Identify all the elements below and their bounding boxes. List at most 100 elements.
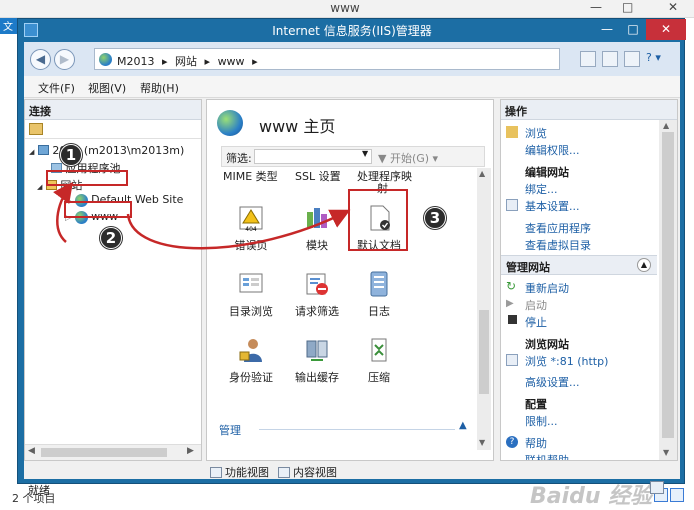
feature-output-caching[interactable]: 输出缓存 [285, 336, 349, 385]
output-caching-icon [303, 336, 331, 364]
background-window-titlebar: www — □ ✕ [0, 0, 694, 18]
add-connection-icon[interactable] [29, 123, 43, 135]
scroll-down-icon[interactable]: ▼ [479, 438, 485, 447]
breadcrumb-server[interactable]: M2013 [117, 55, 155, 68]
restart-icon: ↻ [506, 279, 517, 293]
action-online-help[interactable]: 联机帮助 [525, 452, 569, 460]
feature-label: 模块 [306, 239, 328, 252]
status-network-icon [650, 481, 664, 494]
scroll-down-icon[interactable]: ▼ [663, 448, 669, 457]
action-restart[interactable]: 重新启动 [525, 280, 569, 296]
feature-logging[interactable]: 日志 [347, 270, 411, 319]
feature-label: 目录浏览 [229, 305, 273, 318]
feature-ssl-settings[interactable]: SSL 设置 [295, 168, 341, 184]
close-button[interactable]: ✕ [646, 19, 686, 40]
back-button[interactable]: ◀ [30, 49, 51, 70]
scrollbar-thumb[interactable] [662, 132, 674, 438]
window-client-area: ◀ ▶ M2013 ▸ 网站 ▸ www ▸ ? ▾ 文件(F) 视图(V) 帮… [24, 42, 680, 497]
action-advanced-settings[interactable]: 高级设置... [525, 374, 580, 390]
feature-directory-browsing[interactable]: 目录浏览 [219, 270, 283, 319]
tree-expander-icon[interactable]: ◢ [29, 148, 34, 156]
breadcrumb-www[interactable]: www [218, 55, 245, 68]
logging-icon [365, 270, 393, 298]
help-button[interactable]: ? ▾ [646, 51, 672, 67]
menu-view[interactable]: 视图(V) [88, 80, 126, 96]
scrollbar-thumb[interactable] [41, 448, 167, 457]
stop-icon[interactable] [602, 51, 618, 67]
features-vertical-scrollbar[interactable]: ▲ ▼ [477, 168, 491, 450]
scroll-left-icon[interactable]: ◀ [28, 446, 35, 456]
tree-item-server[interactable]: ◢ 2013 (m2013\m2013m) [29, 144, 184, 157]
action-help[interactable]: 帮助 [525, 435, 547, 451]
action-bindings[interactable]: 绑定... [525, 181, 558, 197]
forward-button[interactable]: ▶ [54, 49, 75, 70]
features-panel: www 主页 筛选: ▼ ▼ 开始(G) ▾ MIME 类型 SSL 设置 处理… [206, 99, 494, 461]
minimize-icon[interactable]: — [590, 0, 602, 14]
feature-mime-types[interactable]: MIME 类型 [223, 168, 278, 184]
action-browse[interactable]: 浏览 [525, 125, 547, 141]
site-globe-icon [217, 110, 243, 136]
action-view-applications[interactable]: 查看应用程序 [525, 220, 591, 236]
modules-icon [303, 204, 331, 232]
minimize-button[interactable]: — [594, 19, 620, 40]
feature-label: 请求筛选 [295, 305, 339, 318]
feature-label: 身份验证 [229, 371, 273, 384]
action-group-edit-site: 编辑网站 [525, 166, 569, 179]
feature-request-filtering[interactable]: 请求筛选 [285, 270, 349, 319]
breadcrumb-separator[interactable]: ▸ [162, 55, 168, 68]
address-bar[interactable]: M2013 ▸ 网站 ▸ www ▸ [94, 48, 560, 70]
refresh-icon[interactable] [580, 51, 596, 67]
highlight-box-default-document [348, 189, 408, 251]
background-window-title: www [330, 1, 360, 15]
feature-compression[interactable]: 压缩 [347, 336, 411, 385]
feature-authentication[interactable]: 身份验证 [219, 336, 283, 385]
action-limits[interactable]: 限制... [525, 413, 558, 429]
scroll-right-icon[interactable]: ▶ [187, 446, 194, 456]
collapse-icon[interactable]: ▲ [637, 258, 651, 272]
breadcrumb-separator[interactable]: ▸ [252, 55, 258, 68]
compression-icon [365, 336, 393, 364]
action-basic-settings[interactable]: 基本设置... [525, 198, 580, 214]
tree-expander-icon[interactable]: ◢ [37, 183, 42, 191]
horizontal-scrollbar[interactable]: ◀ ▶ [25, 444, 201, 460]
globe-icon [99, 53, 112, 66]
actions-panel: 操作 浏览 编辑权限... 编辑网站 绑定... 基本设置... 查看应用程序 … [500, 99, 678, 461]
annotation-step-2: 2 [100, 227, 122, 249]
section-title: 管理网站 [506, 261, 550, 274]
iis-manager-window: Internet 信息服务(IIS)管理器 — □ ✕ ◀ ▶ M2013 ▸ … [17, 18, 686, 497]
feature-label: 日志 [368, 305, 390, 318]
server-icon [37, 145, 49, 155]
collapse-section-icon[interactable]: ▲ [459, 420, 467, 431]
tiles-view-icon[interactable] [670, 488, 684, 502]
scroll-up-icon[interactable]: ▲ [663, 121, 669, 130]
feature-label: 压缩 [368, 371, 390, 384]
filter-dropdown-icon[interactable]: ▼ [362, 149, 368, 158]
feature-error-pages[interactable]: 404 错误页 [219, 204, 283, 253]
go-button[interactable]: ▼ 开始(G) ▾ [378, 150, 438, 166]
actions-vertical-scrollbar[interactable]: ▲ ▼ [659, 120, 677, 460]
menu-bar: 文件(F) 视图(V) 帮助(H) [24, 76, 680, 98]
action-view-virtual-directories[interactable]: 查看虚拟目录 [525, 237, 591, 253]
maximize-button[interactable]: □ [620, 19, 646, 40]
menu-help[interactable]: 帮助(H) [140, 80, 179, 96]
maximize-icon[interactable]: □ [622, 0, 633, 14]
breadcrumb-sites[interactable]: 网站 [175, 55, 197, 68]
address-row: ◀ ▶ M2013 ▸ 网站 ▸ www ▸ ? ▾ [24, 42, 680, 76]
help-icon: ? [506, 436, 518, 448]
start-icon: ▶ [506, 298, 514, 309]
menu-file[interactable]: 文件(F) [38, 80, 75, 96]
close-icon[interactable]: ✕ [668, 0, 678, 14]
breadcrumb-separator[interactable]: ▸ [205, 55, 211, 68]
feature-modules[interactable]: 模块 [285, 204, 349, 253]
action-group-browse-website: 浏览网站 [525, 338, 569, 351]
scrollbar-thumb[interactable] [479, 310, 489, 394]
scroll-up-icon[interactable]: ▲ [479, 169, 485, 178]
action-edit-permissions[interactable]: 编辑权限... [525, 142, 580, 158]
filter-input[interactable] [254, 149, 372, 164]
feature-label: 输出缓存 [295, 371, 339, 384]
home-icon[interactable] [624, 51, 640, 67]
background-file-tab[interactable]: 文 [0, 18, 18, 34]
highlight-box-www [64, 201, 132, 218]
action-browse-port-81[interactable]: 浏览 *:81 (http) [525, 353, 608, 369]
action-stop[interactable]: 停止 [525, 314, 547, 330]
